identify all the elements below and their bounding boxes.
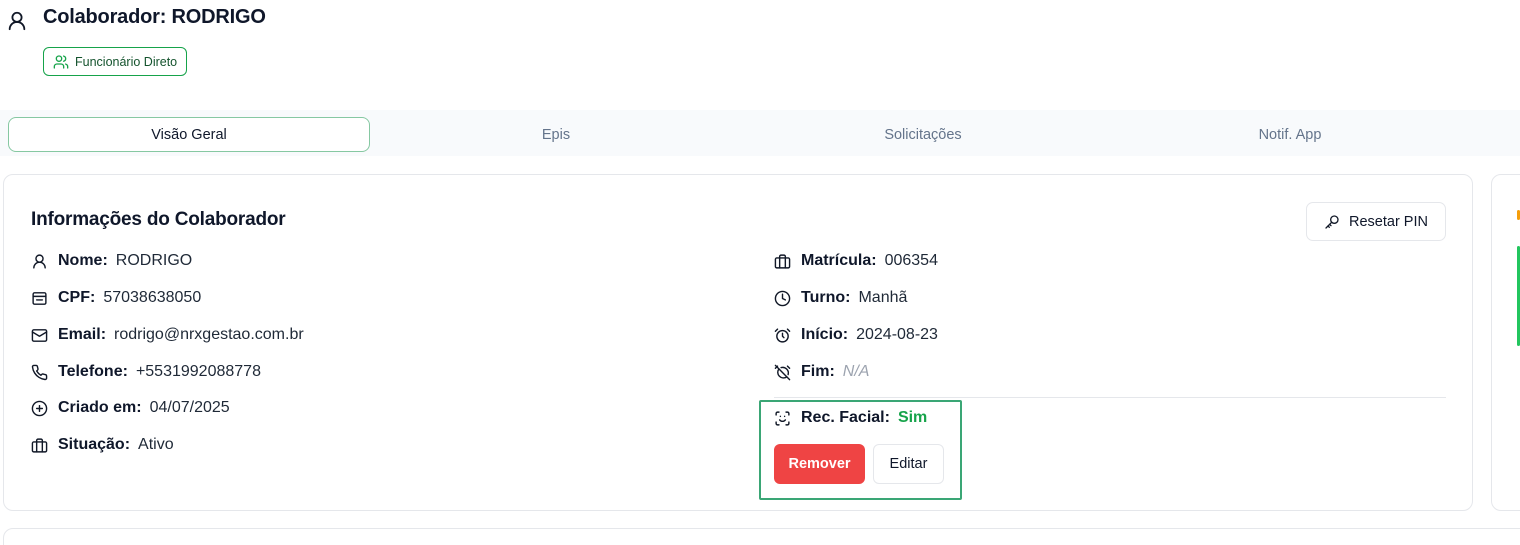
info-label: Início: [801, 326, 849, 343]
info-row-nome: Nome: RODRIGO [31, 250, 192, 272]
tab-notif-app[interactable]: Notif. App [1109, 117, 1471, 152]
briefcase-icon [31, 437, 48, 454]
info-value: rodrigo@nrxgestao.com.br [114, 326, 304, 343]
alarm-clock-icon [774, 327, 791, 344]
info-label: Situação: [58, 436, 131, 453]
tab-list: Visão Geral Epis Solicitações Notif. App [0, 110, 1520, 156]
bottom-card [3, 528, 1520, 545]
key-icon [1324, 214, 1340, 230]
page-title: Colaborador: RODRIGO [43, 6, 266, 28]
info-row-turno: Turno: Manhã [774, 287, 907, 309]
info-value: 57038638050 [103, 289, 202, 306]
reset-pin-label: Resetar PIN [1349, 213, 1428, 230]
scan-face-icon [774, 410, 791, 427]
info-label: Fim: [801, 363, 835, 380]
tab-solicitacoes[interactable]: Solicitações [742, 117, 1104, 152]
info-label: Matrícula: [801, 252, 877, 269]
card-title: Informações do Colaborador [31, 209, 286, 230]
info-value: 2024-08-23 [856, 326, 938, 343]
phone-icon [31, 364, 48, 381]
status-badge: Funcionário Direto [43, 47, 188, 76]
info-row-situacao: Situação: Ativo [31, 434, 174, 456]
user-icon [31, 253, 48, 270]
info-value: Sim [897, 409, 928, 426]
reset-pin-button[interactable]: Resetar PIN [1306, 202, 1446, 241]
edit-button[interactable]: Editar [873, 444, 944, 484]
info-label: Turno: [801, 289, 851, 306]
info-label: Criado em: [58, 399, 142, 416]
divider [774, 397, 1446, 398]
badge-label: Funcionário Direto [75, 54, 178, 69]
info-label: Telefone: [58, 363, 128, 380]
id-card-icon [31, 290, 48, 307]
info-value: 04/07/2025 [149, 399, 230, 416]
info-row-inicio: Início: 2024-08-23 [774, 324, 938, 346]
info-value: Ativo [138, 436, 174, 453]
user-icon [6, 9, 28, 33]
info-label: CPF: [58, 289, 96, 306]
info-value: 006354 [884, 252, 938, 269]
info-row-fim: Fim: N/A [774, 361, 869, 383]
info-label: Rec. Facial: [801, 409, 890, 426]
alarm-clock-off-icon [774, 364, 791, 381]
info-value: Manhã [858, 289, 908, 306]
briefcase-icon [774, 253, 791, 270]
info-label: Nome: [58, 252, 108, 269]
info-value: RODRIGO [115, 252, 193, 269]
info-value: +5531992088778 [135, 363, 261, 380]
remove-button[interactable]: Remover [774, 444, 865, 484]
mail-icon [31, 327, 48, 344]
info-row-rec-facial: Rec. Facial: Sim [774, 407, 927, 429]
side-card [1491, 174, 1520, 511]
users-icon [53, 54, 69, 70]
info-row-criado-em: Criado em: 04/07/2025 [31, 397, 230, 419]
info-row-matricula: Matrícula: 006354 [774, 250, 938, 272]
info-row-telefone: Telefone: +5531992088778 [31, 361, 261, 383]
info-value: N/A [842, 363, 870, 380]
tab-visao-geral[interactable]: Visão Geral [8, 117, 370, 152]
info-row-cpf: CPF: 57038638050 [31, 287, 201, 309]
clock-icon [774, 290, 791, 307]
tab-epis[interactable]: Epis [375, 117, 737, 152]
plus-circle-icon [31, 400, 48, 417]
info-row-email: Email: rodrigo@nrxgestao.com.br [31, 324, 304, 346]
info-label: Email: [58, 326, 107, 343]
